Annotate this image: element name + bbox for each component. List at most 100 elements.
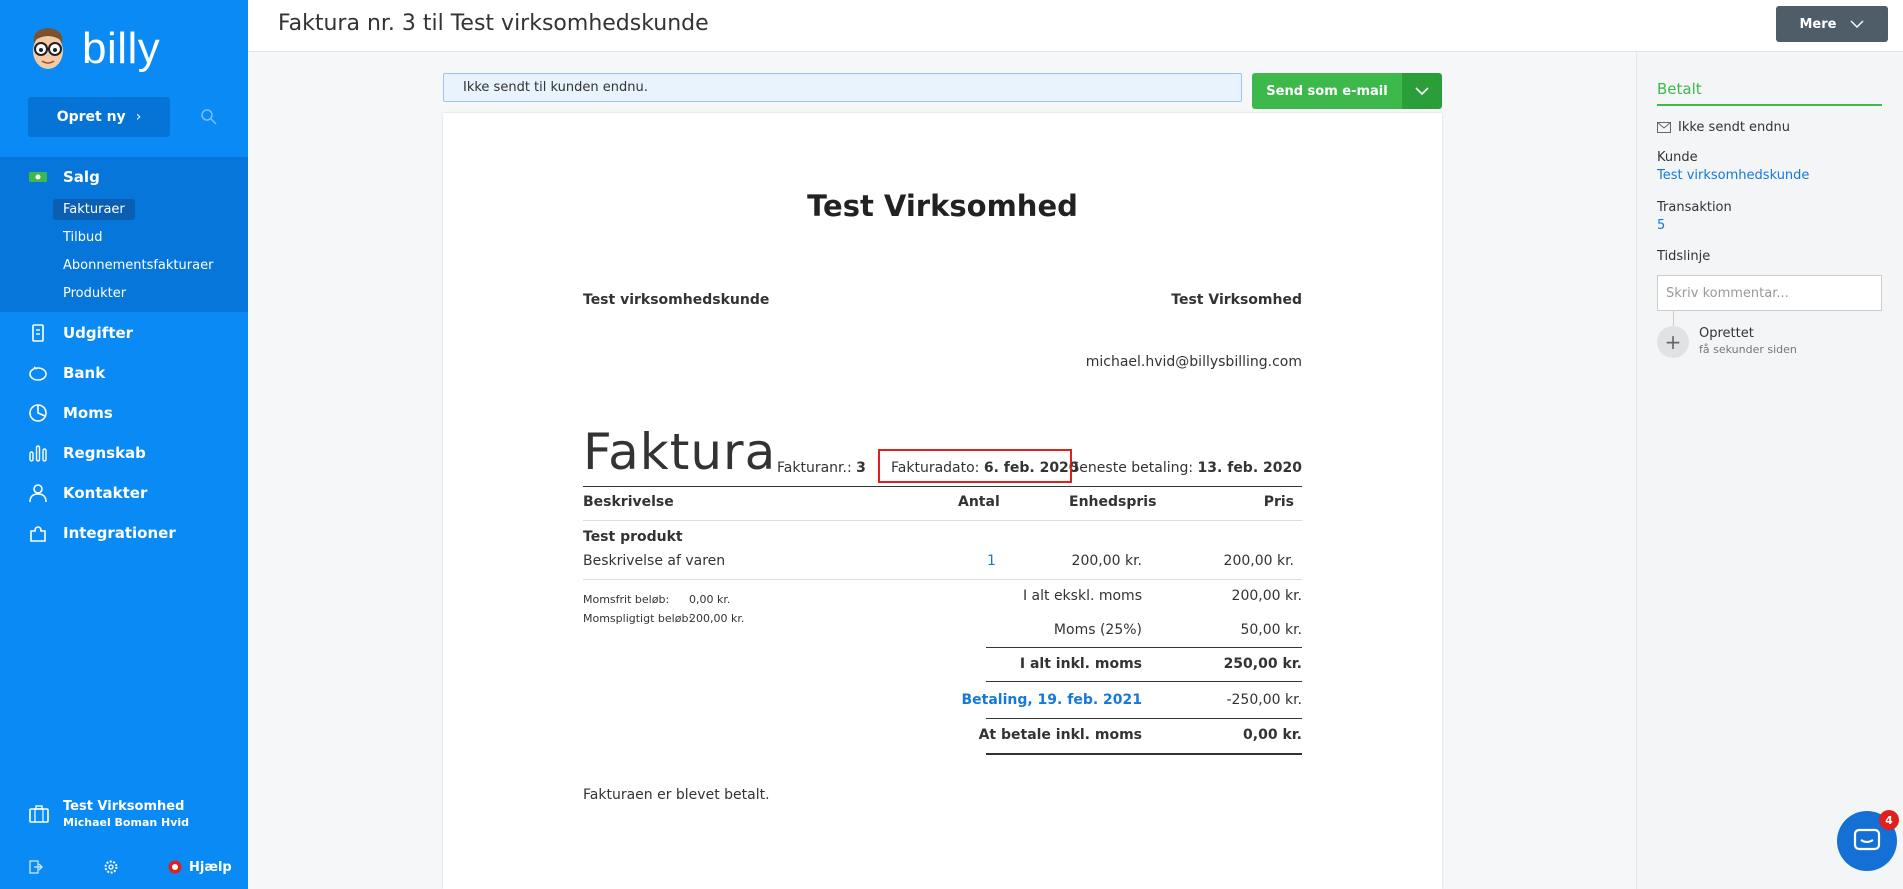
invoice-due-label: Seneste betaling:	[1070, 460, 1194, 476]
sidebar-item-bank[interactable]: Bank	[28, 363, 105, 383]
pie-chart-icon	[29, 404, 47, 422]
logout-button[interactable]	[28, 857, 44, 877]
gear-icon	[104, 860, 118, 874]
envelope-icon	[1657, 122, 1671, 133]
highlight-box	[878, 449, 1072, 483]
divider	[583, 520, 1302, 521]
bar-chart-icon	[29, 445, 47, 462]
vat-liable-label: Momspligtigt beløb:	[583, 612, 693, 625]
invoice-due-date: Seneste betaling: 13. feb. 2020	[1070, 460, 1302, 476]
status-underline	[1657, 104, 1882, 106]
invoice-number-label: Fakturanr.:	[777, 460, 852, 476]
puzzle-icon	[30, 526, 46, 542]
transaction-link[interactable]: 5	[1657, 218, 1732, 233]
vat-free-value: 0,00 kr.	[689, 593, 731, 606]
page-title: Faktura nr. 3 til Test virksomhedskunde	[278, 11, 709, 36]
sent-status: Ikke sendt endnu	[1657, 120, 1790, 135]
amount-due-label: At betale inkl. moms	[978, 727, 1142, 743]
invoice-sender: Test Virksomhed	[1171, 292, 1302, 308]
help-button[interactable]: Hjælp	[167, 857, 232, 877]
invoice-company-heading: Test Virksomhed	[807, 189, 1078, 223]
vat-free-label: Momsfrit beløb:	[583, 593, 670, 606]
timeline-label: Tidslinje	[1657, 249, 1711, 264]
line-item-price: 200,00 kr.	[1223, 553, 1294, 569]
line-item-unit-price: 200,00 kr.	[1071, 553, 1142, 569]
timeline-event-time: få sekunder siden	[1699, 343, 1797, 356]
receipt-icon	[32, 324, 44, 342]
customer-section: Kunde Test virksomhedskunde	[1657, 150, 1809, 183]
piggy-bank-icon	[29, 366, 47, 381]
user-name: Michael Boman Hvid	[63, 816, 190, 829]
search-icon[interactable]	[200, 108, 218, 126]
sidebar-item-label: Integrationer	[63, 524, 176, 542]
line-item-quantity: 1	[987, 553, 996, 569]
sidebar-item-label: Udgifter	[63, 324, 134, 342]
logo[interactable]: billy	[28, 24, 160, 74]
invoice-sender-email: michael.hvid@billysbilling.com	[1085, 354, 1302, 370]
customer-label: Kunde	[1657, 150, 1698, 165]
create-new-label: Opret ny	[56, 109, 126, 125]
vat-label: Moms (25%)	[1053, 622, 1142, 638]
vat-value: 50,00 kr.	[1240, 622, 1302, 638]
payment-value: -250,00 kr.	[1226, 692, 1302, 708]
help-label: Hjælp	[189, 859, 232, 875]
divider	[986, 753, 1302, 755]
invoice-footer-note: Fakturaen er blevet betalt.	[583, 787, 770, 803]
transaction-section: Transaktion 5	[1657, 200, 1732, 233]
total-excl-vat-label: I alt ekskl. moms	[1022, 588, 1142, 604]
transaction-label: Transaktion	[1657, 200, 1732, 215]
company-switcher[interactable]: Test Virksomhed Michael Boman Hvid	[28, 799, 189, 829]
user-icon	[29, 484, 47, 503]
sidebar-item-regnskab[interactable]: Regnskab	[28, 443, 146, 463]
timeline-event: Oprettet få sekunder siden	[1699, 326, 1797, 356]
column-header-quantity: Antal	[958, 494, 1000, 510]
sent-status-text: Ikke sendt endnu	[1678, 120, 1791, 135]
vat-liable-value: 200,00 kr.	[689, 612, 745, 625]
sidebar-item-kontakter[interactable]: Kontakter	[28, 483, 147, 503]
amount-due-value: 0,00 kr.	[1243, 727, 1302, 743]
column-header-unit-price: Enhedspris	[1069, 494, 1157, 510]
column-header-description: Beskrivelse	[583, 494, 674, 510]
sidebar-item-integrationer[interactable]: Integrationer	[28, 523, 176, 543]
chevron-down-icon	[1415, 87, 1429, 96]
sidebar: billy Opret ny › Salg Fakturaer Tilbud A…	[0, 0, 248, 889]
billy-mascot-icon	[33, 28, 63, 69]
timeline-connector	[1673, 311, 1674, 326]
sidebar-subitem-abonnementsfakturaer[interactable]: Abonnementsfakturaer	[63, 258, 213, 273]
money-icon	[29, 172, 47, 182]
company-name: Test Virksomhed	[63, 799, 185, 814]
timeline-event-title: Oprettet	[1699, 326, 1754, 341]
create-new-button[interactable]: Opret ny ›	[28, 97, 170, 137]
plus-icon: +	[1657, 326, 1689, 358]
send-status-banner: Ikke sendt til kunden endnu.	[443, 73, 1242, 102]
details-panel: Betalt Ikke sendt endnu Kunde Test virks…	[1636, 52, 1903, 889]
send-email-button[interactable]: Send som e-mail	[1252, 73, 1402, 109]
more-button[interactable]: Mere	[1776, 6, 1888, 42]
divider	[583, 579, 1302, 580]
invoice-title: Faktura	[583, 423, 777, 481]
logo-text: billy	[82, 24, 161, 73]
chat-icon	[1853, 828, 1881, 851]
divider	[583, 486, 1302, 487]
column-header-price: Pris	[1263, 494, 1294, 510]
sidebar-subitem-fakturaer[interactable]: Fakturaer	[53, 199, 135, 220]
total-incl-vat-label: I alt inkl. moms	[1019, 656, 1142, 672]
sidebar-item-moms[interactable]: Moms	[28, 403, 113, 423]
customer-link[interactable]: Test virksomhedskunde	[1657, 168, 1809, 183]
sidebar-item-label: Regnskab	[63, 444, 146, 462]
line-item-product: Test produkt	[583, 529, 683, 545]
sidebar-item-udgifter[interactable]: Udgifter	[28, 323, 133, 343]
invoice-number-value: 3	[856, 460, 866, 476]
settings-button[interactable]	[103, 857, 119, 877]
chat-unread-badge: 4	[1879, 810, 1899, 830]
send-options-dropdown[interactable]	[1402, 73, 1442, 109]
sidebar-item-label: Kontakter	[63, 484, 148, 502]
sidebar-subitem-produkter[interactable]: Produkter	[63, 286, 126, 301]
comment-input[interactable]	[1657, 275, 1882, 311]
invoice-number: Fakturanr.: 3	[777, 460, 866, 476]
divider	[986, 647, 1302, 648]
payment-link[interactable]: Betaling, 19. feb. 2021	[961, 692, 1142, 708]
total-excl-vat-value: 200,00 kr.	[1231, 588, 1302, 604]
sidebar-subitem-tilbud[interactable]: Tilbud	[63, 230, 103, 245]
sidebar-item-salg[interactable]: Salg	[28, 167, 100, 187]
